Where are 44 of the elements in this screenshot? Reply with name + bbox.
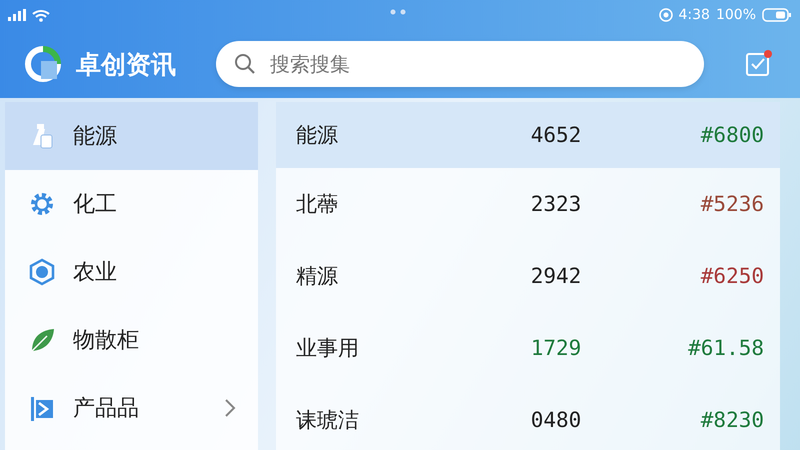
product-price: #61.58 — [687, 336, 764, 360]
eye-icon — [658, 8, 673, 22]
sidebar-item[interactable]: 化工 — [5, 170, 258, 238]
list-row[interactable]: 业事用 1729 #61.58 — [276, 312, 780, 384]
category-label: 农业 — [73, 259, 117, 287]
task-button[interactable] — [744, 49, 774, 79]
product-price: #6800 — [700, 123, 764, 147]
search-icon — [234, 53, 256, 75]
list-row[interactable]: 能源 4652 #6800 — [276, 102, 780, 168]
product-value: 2323 — [530, 192, 582, 216]
signal-icon — [8, 9, 26, 21]
product-value: 0480 — [530, 408, 582, 432]
product-name: 能源 — [296, 122, 339, 149]
hexagon-icon — [27, 257, 57, 287]
sidebar-item[interactable]: 产品品 — [5, 374, 258, 442]
product-value: 1729 — [530, 336, 582, 360]
product-price: #8230 — [700, 408, 764, 432]
product-price: #5236 — [700, 192, 764, 216]
app-title: 卓创资讯 — [76, 48, 176, 80]
product-name: 北蔕 — [296, 191, 339, 218]
product-value: 4652 — [530, 123, 582, 147]
checklist-icon — [744, 49, 774, 79]
category-label: 化工 — [73, 191, 117, 219]
search-field[interactable]: 搜索搜集 — [216, 41, 704, 87]
sidebar-item[interactable]: 农业 — [5, 238, 258, 306]
logo-icon — [24, 45, 62, 83]
product-name: 精源 — [296, 263, 339, 290]
list-row[interactable]: 诔琥洁 0480 #8230 — [276, 384, 780, 450]
sidebar-item[interactable]: 能源 — [5, 102, 258, 170]
list-row[interactable]: 北蔕 2323 #5236 — [276, 168, 780, 240]
battery-percent: 100% — [716, 7, 756, 23]
list-row[interactable]: 精源 2942 #6250 — [276, 240, 780, 312]
product-name: 诔琥洁 — [296, 407, 360, 434]
sidebar-item[interactable]: 物散柜 — [5, 306, 258, 374]
category-label: 产品品 — [73, 395, 139, 423]
battery-icon — [762, 8, 792, 22]
product-price: #6250 — [700, 264, 764, 288]
wifi-icon — [32, 8, 50, 22]
page-indicator — [390, 9, 406, 15]
category-label: 物散柜 — [73, 327, 139, 355]
clock-time: 4:38 — [678, 7, 710, 23]
product-name: 业事用 — [296, 335, 360, 362]
product-value: 2942 — [530, 264, 582, 288]
category-label: 能源 — [73, 123, 117, 151]
